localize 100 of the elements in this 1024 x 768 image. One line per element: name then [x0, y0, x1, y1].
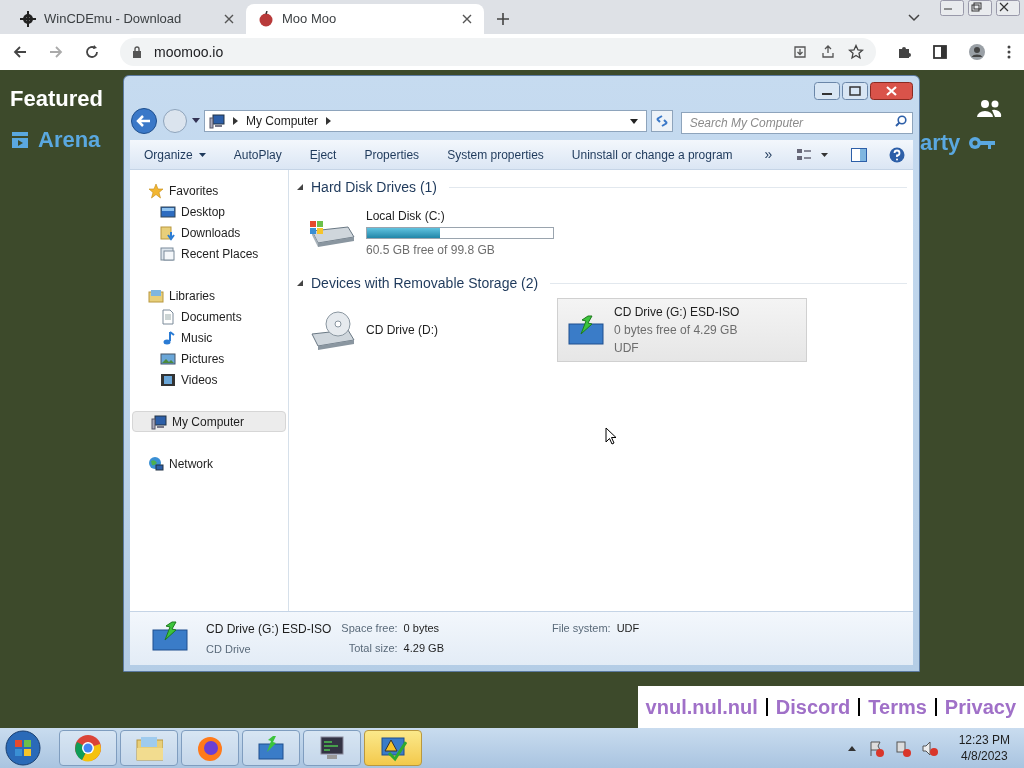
back-button[interactable] — [130, 107, 158, 135]
flag-error-icon[interactable] — [867, 739, 884, 757]
puzzle-icon[interactable] — [896, 44, 912, 60]
field-label: Space free: — [341, 621, 398, 636]
minimize-icon[interactable] — [940, 0, 964, 16]
avatar-icon[interactable] — [968, 43, 986, 61]
tray-expand-icon[interactable] — [846, 744, 857, 752]
drive-tile[interactable]: Local Disk (C:) 60.5 GB free of 99.8 GB — [297, 202, 547, 264]
party-link[interactable]: arty — [920, 126, 961, 159]
restore-icon[interactable] — [968, 0, 992, 16]
field-value: 0 bytes — [403, 621, 441, 636]
start-button[interactable] — [4, 729, 42, 767]
computer-icon — [151, 413, 167, 430]
taskbar-button[interactable] — [364, 730, 422, 766]
star-icon — [148, 182, 164, 199]
nav-item[interactable]: Libraries — [130, 285, 288, 306]
field-label: Total size: — [347, 640, 398, 656]
toolbar-button[interactable]: Properties — [358, 142, 426, 167]
breadcrumb-item: My Computer — [246, 113, 319, 130]
nav-item[interactable]: Documents — [130, 306, 288, 327]
maximize-button[interactable] — [842, 82, 868, 100]
download-icon[interactable] — [792, 44, 808, 60]
footer-link[interactable]: vnul.nul.nul — [645, 692, 758, 722]
picture-frame-icon — [160, 350, 176, 367]
back-icon[interactable] — [12, 44, 28, 60]
collapse-triangle-icon — [297, 184, 303, 190]
arena-link[interactable]: Arena — [38, 123, 101, 156]
refresh-button[interactable] — [650, 110, 673, 132]
toolbar-button[interactable]: Organize — [138, 142, 212, 167]
key-icon — [968, 135, 997, 150]
tab-title: WinCDEmu - Download — [44, 10, 183, 29]
chevron-right-icon — [326, 117, 332, 125]
drive-tile[interactable]: CD Drive (D:) — [297, 298, 547, 362]
toolbar-button[interactable]: Eject — [303, 142, 343, 167]
taskbar-button[interactable] — [242, 730, 300, 766]
close-icon — [224, 14, 234, 24]
search-field[interactable]: Search My Computer — [680, 112, 913, 134]
drive-name: CD Drive (G:) ESD-ISO — [614, 304, 740, 321]
close-button[interactable] — [870, 82, 913, 100]
disc-image-icon — [568, 314, 604, 346]
drive-name: CD Drive (D:) — [366, 322, 438, 339]
nav-item[interactable]: Music — [130, 327, 288, 348]
footer-link[interactable]: Privacy — [944, 692, 1016, 722]
disc-drive-icon — [308, 310, 356, 350]
new-tab-icon[interactable] — [496, 12, 510, 26]
side-panel-icon[interactable] — [932, 44, 948, 60]
drive-tile[interactable]: CD Drive (G:) ESD-ISO 0 bytes free of 4.29 GB UDF — [557, 298, 807, 362]
footer-link[interactable]: Discord — [775, 692, 851, 722]
file-system-text: UDF — [614, 340, 640, 357]
reload-icon[interactable] — [84, 44, 100, 60]
preview-pane-icon[interactable] — [851, 147, 867, 162]
help-icon[interactable] — [889, 146, 905, 163]
star-icon[interactable] — [848, 44, 864, 60]
close-icon[interactable] — [996, 0, 1020, 16]
dropdown-arrow-icon[interactable] — [192, 118, 200, 124]
nav-item[interactable]: My Computer — [132, 411, 286, 432]
nav-item[interactable]: Favorites — [130, 180, 288, 201]
library-folder-icon — [148, 287, 164, 304]
address-bar[interactable]: moomoo.io — [120, 38, 876, 66]
nav-item[interactable]: Pictures — [130, 348, 288, 369]
toolbar-button[interactable]: AutoPlay — [227, 142, 288, 167]
disc-image-icon — [257, 734, 285, 762]
view-options-icon[interactable] — [797, 147, 829, 162]
monitor-icon — [160, 203, 176, 220]
network-error-icon[interactable] — [894, 739, 911, 757]
computer-icon — [209, 113, 225, 129]
clock-time: 12:23 PM — [958, 732, 1010, 748]
speaker-muted-icon[interactable] — [921, 739, 938, 757]
search-icon — [895, 115, 907, 127]
more-icon[interactable] — [1006, 44, 1012, 60]
collapse-triangle-icon — [297, 280, 303, 286]
nav-item[interactable]: Desktop — [130, 201, 288, 222]
nav-item[interactable]: Downloads — [130, 222, 288, 243]
taskbar-button[interactable] — [181, 730, 239, 766]
cursor-icon — [605, 427, 617, 445]
chevron-down-icon[interactable] — [908, 14, 920, 22]
nav-item[interactable]: Network — [130, 453, 288, 474]
footer-link[interactable]: Terms — [868, 692, 927, 722]
document-icon — [160, 308, 176, 325]
toolbar-button[interactable]: System properties — [441, 142, 550, 167]
gear-icon — [20, 11, 36, 27]
drive-space-text: 0 bytes free of 4.29 GB — [614, 322, 739, 339]
minimize-button[interactable] — [814, 82, 840, 100]
recent-places-icon — [160, 245, 176, 262]
more-button[interactable]: » — [760, 144, 777, 165]
taskbar-button[interactable] — [303, 730, 361, 766]
address-field[interactable]: My Computer — [204, 110, 647, 132]
field-value: UDF — [616, 621, 640, 636]
tab-title: Moo Moo — [282, 10, 338, 29]
lock-icon — [132, 46, 142, 58]
toolbar-button[interactable]: Uninstall or change a program — [565, 142, 739, 167]
nav-item[interactable]: Recent Places — [130, 243, 288, 264]
disc-image-icon — [152, 620, 188, 652]
nav-item[interactable]: Videos — [130, 369, 288, 390]
url-text: moomoo.io — [154, 42, 224, 62]
share-icon[interactable] — [820, 44, 836, 60]
download-folder-icon — [160, 224, 176, 241]
chrome-icon — [74, 734, 102, 762]
group-heading: Devices with Removable Storage (2) — [311, 273, 539, 293]
browser-tab[interactable]: Moo Moo — [246, 4, 484, 34]
